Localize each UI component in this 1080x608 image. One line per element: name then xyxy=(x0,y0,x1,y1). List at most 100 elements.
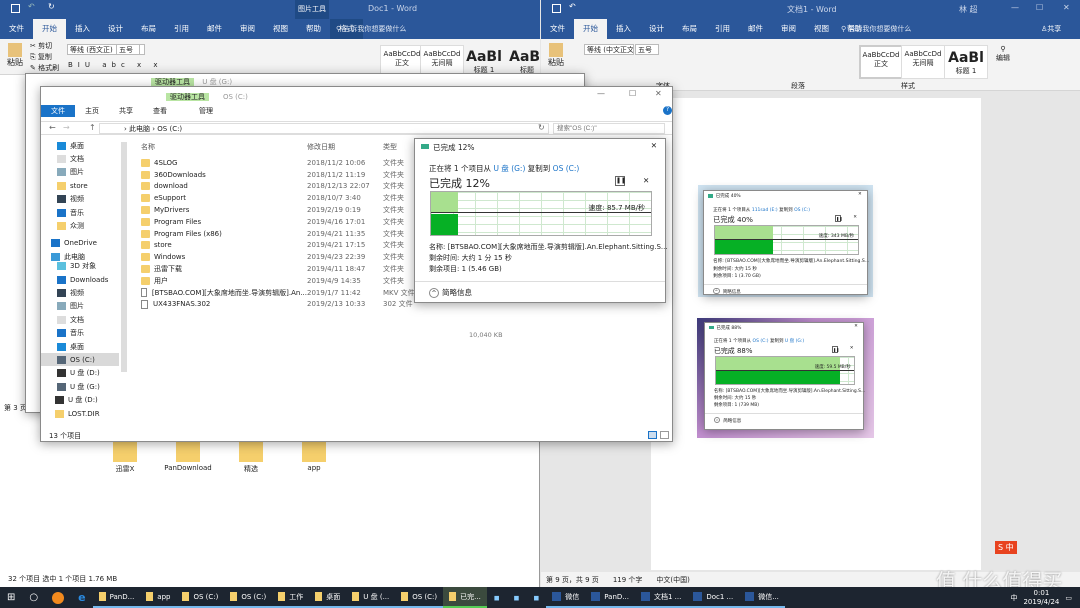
nav-item[interactable]: 图片 xyxy=(41,166,119,179)
word-count[interactable]: 119 个字 xyxy=(613,575,643,585)
font-name-select[interactable]: 等线 (中文正文) xyxy=(584,44,634,55)
file-row[interactable]: Program Files (x86) 2019/4/21 11:35 文件夹 xyxy=(141,228,461,240)
tab-5[interactable]: 引用 xyxy=(706,19,739,39)
nav-item[interactable]: Downloads xyxy=(41,273,119,286)
tab-8[interactable]: 视图 xyxy=(805,19,838,39)
tab-3[interactable]: 设计 xyxy=(99,19,132,39)
source-link[interactable]: OS (C:) xyxy=(753,339,769,344)
tab-7[interactable]: 审阅 xyxy=(772,19,805,39)
nav-item[interactable]: 音乐 xyxy=(41,206,119,219)
style-normal[interactable]: AaBbCcDd 正文 xyxy=(859,45,903,79)
page-count[interactable]: 第 9 页，共 9 页 xyxy=(546,575,599,585)
file-row[interactable]: 迅雷下载 2019/4/11 18:47 文件夹 xyxy=(141,263,461,275)
taskbar-item[interactable]: OS (C:) xyxy=(176,587,225,608)
file-row[interactable]: [BTSBAO.COM][大象席地而坐.导演剪辑版].An... 2019/1/7… xyxy=(141,287,461,299)
nav-item[interactable]: 图片 xyxy=(41,300,119,313)
tell-me-search[interactable]: ⚲ 告诉我你想要做什么 xyxy=(336,24,406,34)
taskbar-item[interactable]: 微信... xyxy=(739,587,785,608)
fewer-details-button[interactable]: ^ 简略信息 xyxy=(713,416,741,424)
large-icons-view-icon[interactable] xyxy=(660,431,669,439)
column-date[interactable]: 修改日期 xyxy=(307,142,335,152)
cancel-button[interactable]: ✕ xyxy=(643,176,649,185)
nav-item[interactable]: 文档 xyxy=(41,152,119,165)
file-row[interactable]: eSupport 2018/10/7 3:40 文件夹 xyxy=(141,192,461,204)
ribbon-tab-2[interactable]: 共享 xyxy=(109,105,143,117)
redo-icon[interactable]: ↻ xyxy=(48,2,55,11)
mail-icon[interactable]: ◼ xyxy=(507,587,527,608)
dest-link[interactable]: U 盘 (G:) xyxy=(785,339,804,344)
nav-item[interactable]: OS (C:) xyxy=(41,353,119,367)
tab-8[interactable]: 视图 xyxy=(264,19,297,39)
file-row[interactable]: 4SLOG 2018/11/2 10:06 文件夹 xyxy=(141,157,461,169)
tab-4[interactable]: 布局 xyxy=(132,19,165,39)
close-icon[interactable]: ✕ xyxy=(651,141,657,150)
cancel-button[interactable]: ✕ xyxy=(853,215,857,220)
file-row[interactable]: download 2018/12/13 22:07 文件夹 xyxy=(141,181,461,193)
style-heading-1[interactable]: AaBl 标题 1 xyxy=(944,45,988,79)
file-row[interactable]: 360Downloads 2018/11/2 11:19 文件夹 xyxy=(141,169,461,181)
tab-2[interactable]: 插入 xyxy=(607,19,640,39)
clock[interactable]: 0:01 2019/4/24 xyxy=(1023,589,1059,607)
dest-link[interactable]: OS (C:) xyxy=(794,208,810,213)
pause-button[interactable]: ❚❚ xyxy=(615,176,626,186)
nav-item[interactable]: 视频 xyxy=(41,193,119,206)
tab-2[interactable]: 插入 xyxy=(66,19,99,39)
tab-1[interactable]: 开始 xyxy=(33,19,66,39)
tab-6[interactable]: 邮件 xyxy=(198,19,231,39)
copy-button[interactable]: ⎘ 复制 xyxy=(30,52,52,62)
breadcrumb-item[interactable]: 此电脑 xyxy=(129,125,150,133)
undo-icon[interactable]: ↶ xyxy=(569,2,576,11)
nav-item[interactable]: U 盘 (D:) xyxy=(41,367,119,380)
maximize-icon[interactable]: ☐ xyxy=(629,89,636,98)
edit-button[interactable]: ⚲ 编辑 xyxy=(996,45,1010,63)
nav-item[interactable]: 视频 xyxy=(41,286,119,299)
taskbar-item[interactable]: app xyxy=(140,587,177,608)
taskbar-item[interactable]: 已完... xyxy=(443,587,487,608)
nav-item[interactable]: LOST.DIR xyxy=(41,407,119,420)
address-bar[interactable]: › 此电脑 › OS (C:) xyxy=(99,123,549,134)
tab-9[interactable]: 帮助 xyxy=(297,19,330,39)
format-buttons[interactable]: BIU abc x x xyxy=(68,61,163,69)
nav-item[interactable]: 桌面 xyxy=(41,340,119,353)
help-icon[interactable]: ? xyxy=(663,106,672,115)
file-row[interactable]: UX433FNAS.302 2019/2/13 10:33 302 文件 xyxy=(141,299,461,311)
minimize-icon[interactable]: — xyxy=(1011,3,1019,12)
pause-button[interactable]: ❚❚ xyxy=(831,346,839,353)
taskbar-item[interactable]: U 盘 (... xyxy=(346,587,396,608)
save-icon[interactable] xyxy=(11,4,20,13)
minimize-icon[interactable]: — xyxy=(597,89,605,98)
taskbar-item[interactable]: 桌面 xyxy=(309,587,347,608)
taskbar-item[interactable]: PanD... xyxy=(92,587,141,608)
file-row[interactable]: Program Files 2019/4/16 17:01 文件夹 xyxy=(141,216,461,228)
ime-badge[interactable]: S 中 xyxy=(995,541,1017,554)
forward-icon[interactable]: → xyxy=(63,123,70,132)
cortana-button[interactable]: ○ xyxy=(22,587,45,608)
file-row[interactable]: Windows 2019/4/23 22:39 文件夹 xyxy=(141,251,461,263)
tab-0[interactable]: 文件 xyxy=(0,19,33,39)
start-button[interactable]: ⊞ xyxy=(0,587,22,608)
nav-item[interactable]: OneDrive xyxy=(41,237,119,250)
desktop-icon[interactable]: 迅雷X xyxy=(100,442,150,474)
desktop-icon[interactable]: PanDownload xyxy=(163,442,213,472)
taskbar-item[interactable]: 工作 xyxy=(272,587,310,608)
tab-7[interactable]: 审阅 xyxy=(231,19,264,39)
column-name[interactable]: 名称 xyxy=(141,142,155,152)
tab-5[interactable]: 引用 xyxy=(165,19,198,39)
source-link[interactable]: 111sad (E:) xyxy=(752,208,778,213)
ribbon-tab-3[interactable]: 查看 xyxy=(143,105,177,117)
style-no-spacing[interactable]: AaBbCcDd 无间隔 xyxy=(901,45,945,79)
nav-item[interactable]: U 盘 (D:) xyxy=(41,394,119,407)
taskbar-item[interactable]: Doc1 ... xyxy=(687,587,740,608)
maximize-icon[interactable]: ☐ xyxy=(1036,3,1043,12)
taskbar-item[interactable]: OS (C:) xyxy=(395,587,444,608)
font-size-select[interactable]: 五号 xyxy=(635,44,659,55)
up-icon[interactable]: ↑ xyxy=(89,123,96,132)
share-button[interactable]: ♙共享 xyxy=(1041,24,1061,34)
notification-icon[interactable]: ▭ xyxy=(1065,594,1072,602)
app-icon[interactable] xyxy=(45,587,71,608)
store-icon[interactable]: ◼ xyxy=(526,587,546,608)
format-painter-button[interactable]: ✎ 格式刷 xyxy=(30,63,59,73)
tab-3[interactable]: 设计 xyxy=(640,19,673,39)
user-name[interactable]: 林 超 xyxy=(959,4,978,15)
tab-6[interactable]: 邮件 xyxy=(739,19,772,39)
